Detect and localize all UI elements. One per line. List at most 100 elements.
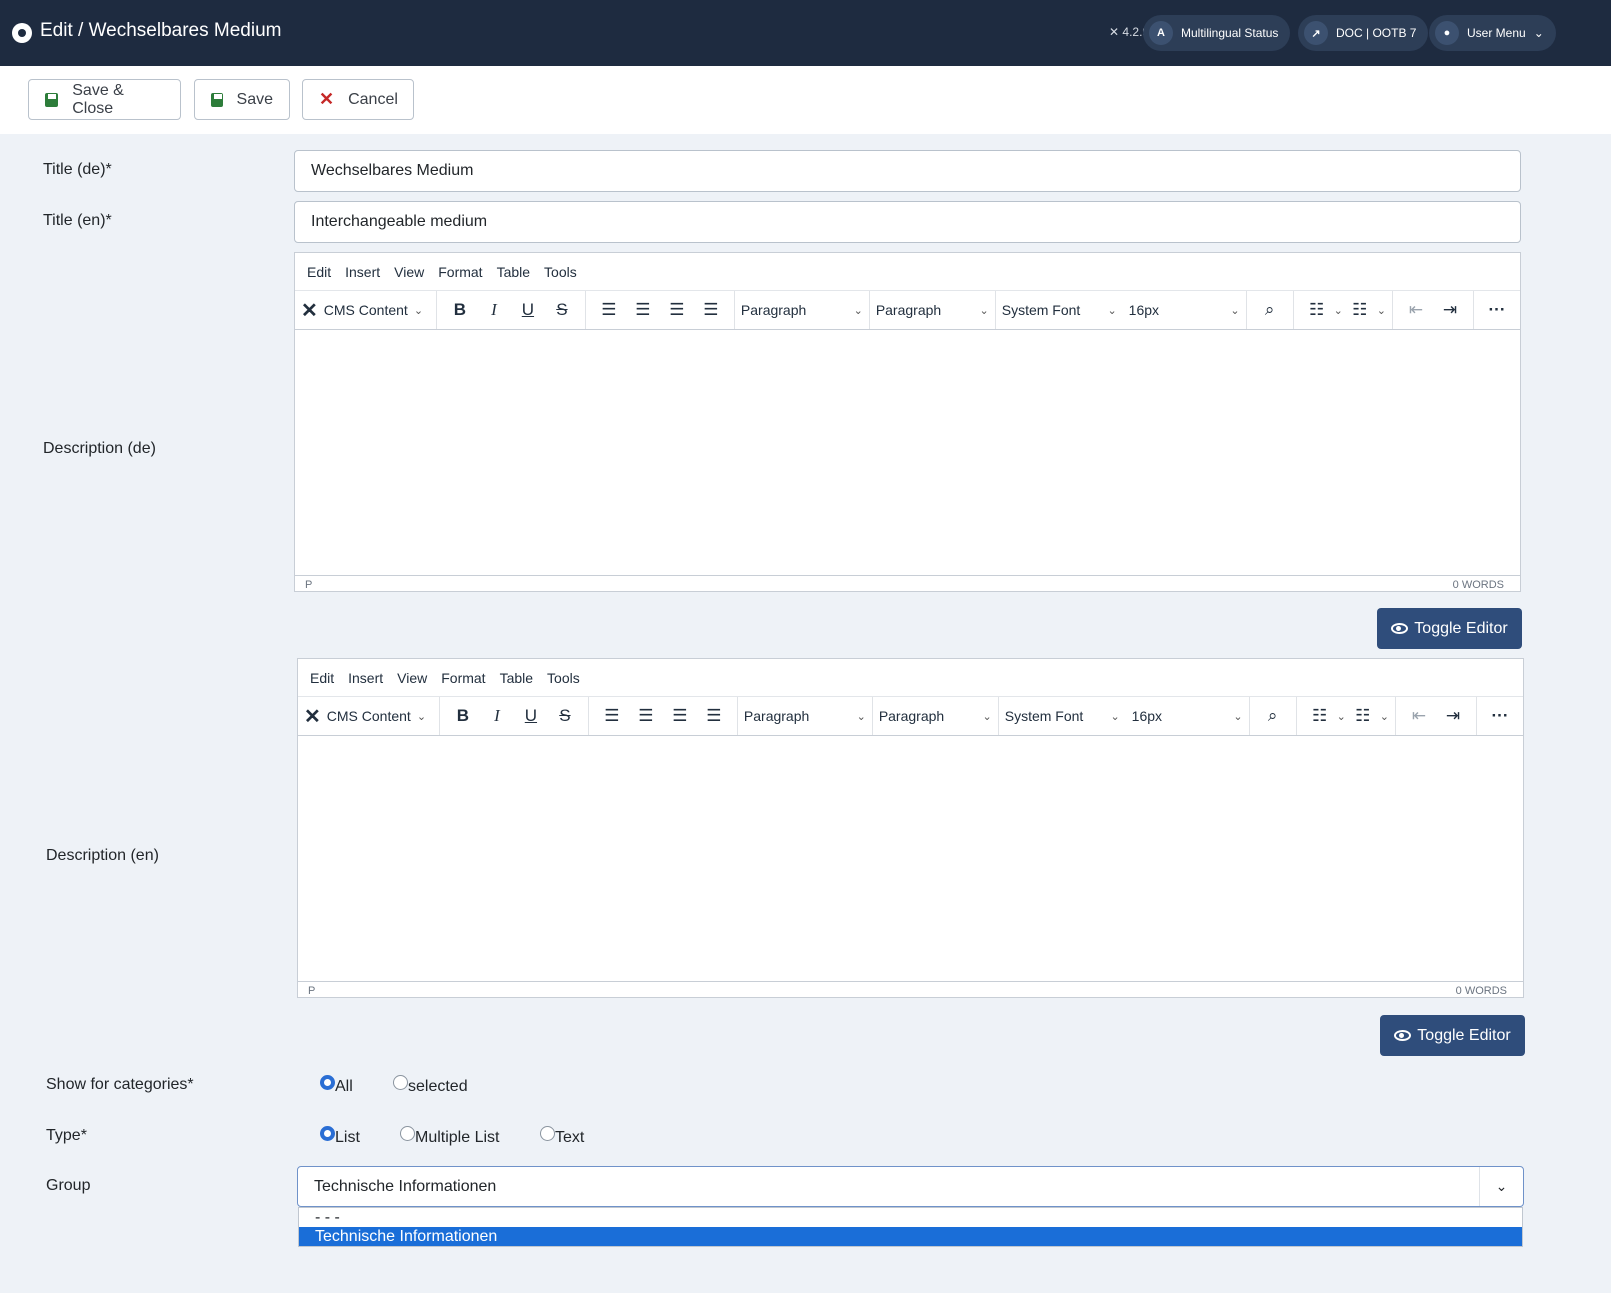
- toggle-editor-en-button[interactable]: Toggle Editor: [1380, 1015, 1525, 1056]
- menu-tools[interactable]: Tools: [547, 670, 580, 686]
- italic-icon[interactable]: I: [480, 706, 514, 726]
- categories-selected-radio[interactable]: selected: [393, 1075, 468, 1096]
- underline-icon[interactable]: U: [511, 300, 545, 320]
- save-label: Save: [236, 90, 273, 108]
- indent-icon[interactable]: ⇥: [1433, 300, 1467, 320]
- strikethrough-icon[interactable]: S: [548, 706, 582, 726]
- user-avatar-icon: ●: [1435, 21, 1459, 45]
- editor-statusbar: P 0 WORDS: [295, 575, 1520, 593]
- title-de-input[interactable]: Wechselbares Medium: [294, 150, 1521, 192]
- type-multiple-list-radio[interactable]: Multiple List: [400, 1126, 499, 1147]
- indent-icon[interactable]: ⇥: [1436, 706, 1470, 726]
- menu-tools[interactable]: Tools: [544, 264, 577, 280]
- page-title: Edit / Wechselbares Medium: [40, 20, 282, 41]
- menu-edit[interactable]: Edit: [307, 264, 331, 280]
- chevron-down-icon: ⌄: [1233, 710, 1243, 723]
- more-group: ···: [1474, 291, 1520, 329]
- menu-format[interactable]: Format: [441, 670, 485, 686]
- eye-icon: [1391, 623, 1409, 634]
- title-en-input[interactable]: Interchangeable medium: [294, 201, 1521, 243]
- save-button[interactable]: Save: [194, 79, 290, 120]
- align-left-icon[interactable]: ☰: [595, 706, 629, 726]
- type-list-radio[interactable]: List: [320, 1126, 360, 1147]
- group-select[interactable]: Technische Informationen ⌄: [297, 1166, 1524, 1207]
- chevron-down-icon: ⌄: [856, 710, 866, 723]
- user-menu-button[interactable]: ● User Menu ⌄: [1429, 15, 1556, 51]
- categories-selected-label: selected: [408, 1078, 468, 1095]
- bold-icon[interactable]: B: [446, 706, 480, 726]
- menu-insert[interactable]: Insert: [348, 670, 383, 686]
- font-family-value: System Font: [1001, 302, 1081, 318]
- format-group: B I U S: [440, 697, 589, 735]
- radio-unchecked-icon: [400, 1126, 415, 1141]
- strikethrough-icon[interactable]: S: [545, 300, 579, 320]
- save-icon: [45, 92, 59, 107]
- title-de-label: Title (de)*: [43, 161, 112, 178]
- chevron-down-icon[interactable]: ⌄: [1334, 304, 1343, 317]
- numbered-list-icon[interactable]: ☷: [1346, 706, 1380, 726]
- align-center-icon[interactable]: ☰: [626, 300, 660, 320]
- block-format-select[interactable]: Paragraph ⌄: [738, 697, 873, 735]
- toggle-editor-label: Toggle Editor: [1414, 619, 1508, 637]
- menu-insert[interactable]: Insert: [345, 264, 380, 280]
- chevron-down-icon[interactable]: ⌄: [1337, 710, 1346, 723]
- search-group: ⌕: [1247, 291, 1294, 329]
- outdent-icon[interactable]: ⇤: [1402, 706, 1436, 726]
- align-center-icon[interactable]: ☰: [629, 706, 663, 726]
- chevron-down-icon[interactable]: ⌄: [1377, 304, 1386, 317]
- numbered-list-icon[interactable]: ☷: [1343, 300, 1377, 320]
- font-family-select[interactable]: System Font ⌄: [999, 697, 1126, 735]
- save-close-button[interactable]: Save & Close: [28, 79, 181, 120]
- toggle-editor-label: Toggle Editor: [1417, 1026, 1511, 1044]
- bullet-list-icon[interactable]: ☷: [1300, 300, 1334, 320]
- menu-table[interactable]: Table: [500, 670, 533, 686]
- editor-content-area[interactable]: P 0 WORDS: [295, 330, 1520, 593]
- align-justify-icon[interactable]: ☰: [694, 300, 728, 320]
- chevron-down-icon[interactable]: ⌄: [1380, 710, 1389, 723]
- style-format-select[interactable]: Paragraph ⌄: [873, 697, 999, 735]
- categories-all-radio[interactable]: All: [320, 1075, 353, 1096]
- more-icon[interactable]: ···: [1480, 300, 1514, 320]
- editor-content-area[interactable]: P 0 WORDS: [298, 736, 1523, 999]
- save-icon: [211, 92, 223, 107]
- bullet-list-icon[interactable]: ☷: [1303, 706, 1337, 726]
- list-group: ☷ ⌄ ☷ ⌄: [1294, 291, 1394, 329]
- chevron-down-icon: ⌄: [1110, 710, 1120, 723]
- more-icon[interactable]: ···: [1483, 706, 1517, 726]
- cancel-button[interactable]: ✕ Cancel: [302, 79, 414, 120]
- align-right-icon[interactable]: ☰: [663, 706, 697, 726]
- menu-view[interactable]: View: [394, 264, 424, 280]
- chevron-down-icon: ⌄: [979, 304, 989, 317]
- menu-table[interactable]: Table: [497, 264, 530, 280]
- outdent-icon[interactable]: ⇤: [1399, 300, 1433, 320]
- group-option-empty[interactable]: - - -: [299, 1208, 1522, 1227]
- font-size-value: 16px: [1131, 708, 1163, 724]
- style-format-select[interactable]: Paragraph ⌄: [870, 291, 996, 329]
- align-justify-icon[interactable]: ☰: [697, 706, 731, 726]
- underline-icon[interactable]: U: [514, 706, 548, 726]
- align-right-icon[interactable]: ☰: [660, 300, 694, 320]
- cms-content-button[interactable]: ✕ CMS Content ⌄: [295, 291, 437, 329]
- search-icon[interactable]: ⌕: [1256, 706, 1290, 726]
- element-path[interactable]: P: [305, 579, 312, 591]
- menu-edit[interactable]: Edit: [310, 670, 334, 686]
- bold-icon[interactable]: B: [443, 300, 477, 320]
- toggle-editor-de-button[interactable]: Toggle Editor: [1377, 608, 1522, 649]
- menu-view[interactable]: View: [397, 670, 427, 686]
- type-text-radio[interactable]: Text: [540, 1126, 584, 1147]
- radio-checked-icon: [320, 1126, 335, 1141]
- group-option-technische-informationen[interactable]: Technische Informationen: [299, 1227, 1522, 1246]
- align-left-icon[interactable]: ☰: [592, 300, 626, 320]
- block-format-select[interactable]: Paragraph ⌄: [735, 291, 870, 329]
- menu-format[interactable]: Format: [438, 264, 482, 280]
- font-size-select[interactable]: 16px ⌄: [1126, 697, 1250, 735]
- cms-content-button[interactable]: ✕ CMS Content ⌄: [298, 697, 440, 735]
- cancel-label: Cancel: [348, 90, 398, 108]
- multilingual-status-button[interactable]: A Multilingual Status: [1143, 15, 1291, 51]
- italic-icon[interactable]: I: [477, 300, 511, 320]
- font-family-select[interactable]: System Font ⌄: [996, 291, 1123, 329]
- font-size-select[interactable]: 16px ⌄: [1123, 291, 1247, 329]
- element-path[interactable]: P: [308, 985, 315, 997]
- search-icon[interactable]: ⌕: [1253, 300, 1287, 320]
- doc-site-button[interactable]: ↗ DOC | OOTB 7: [1298, 15, 1429, 51]
